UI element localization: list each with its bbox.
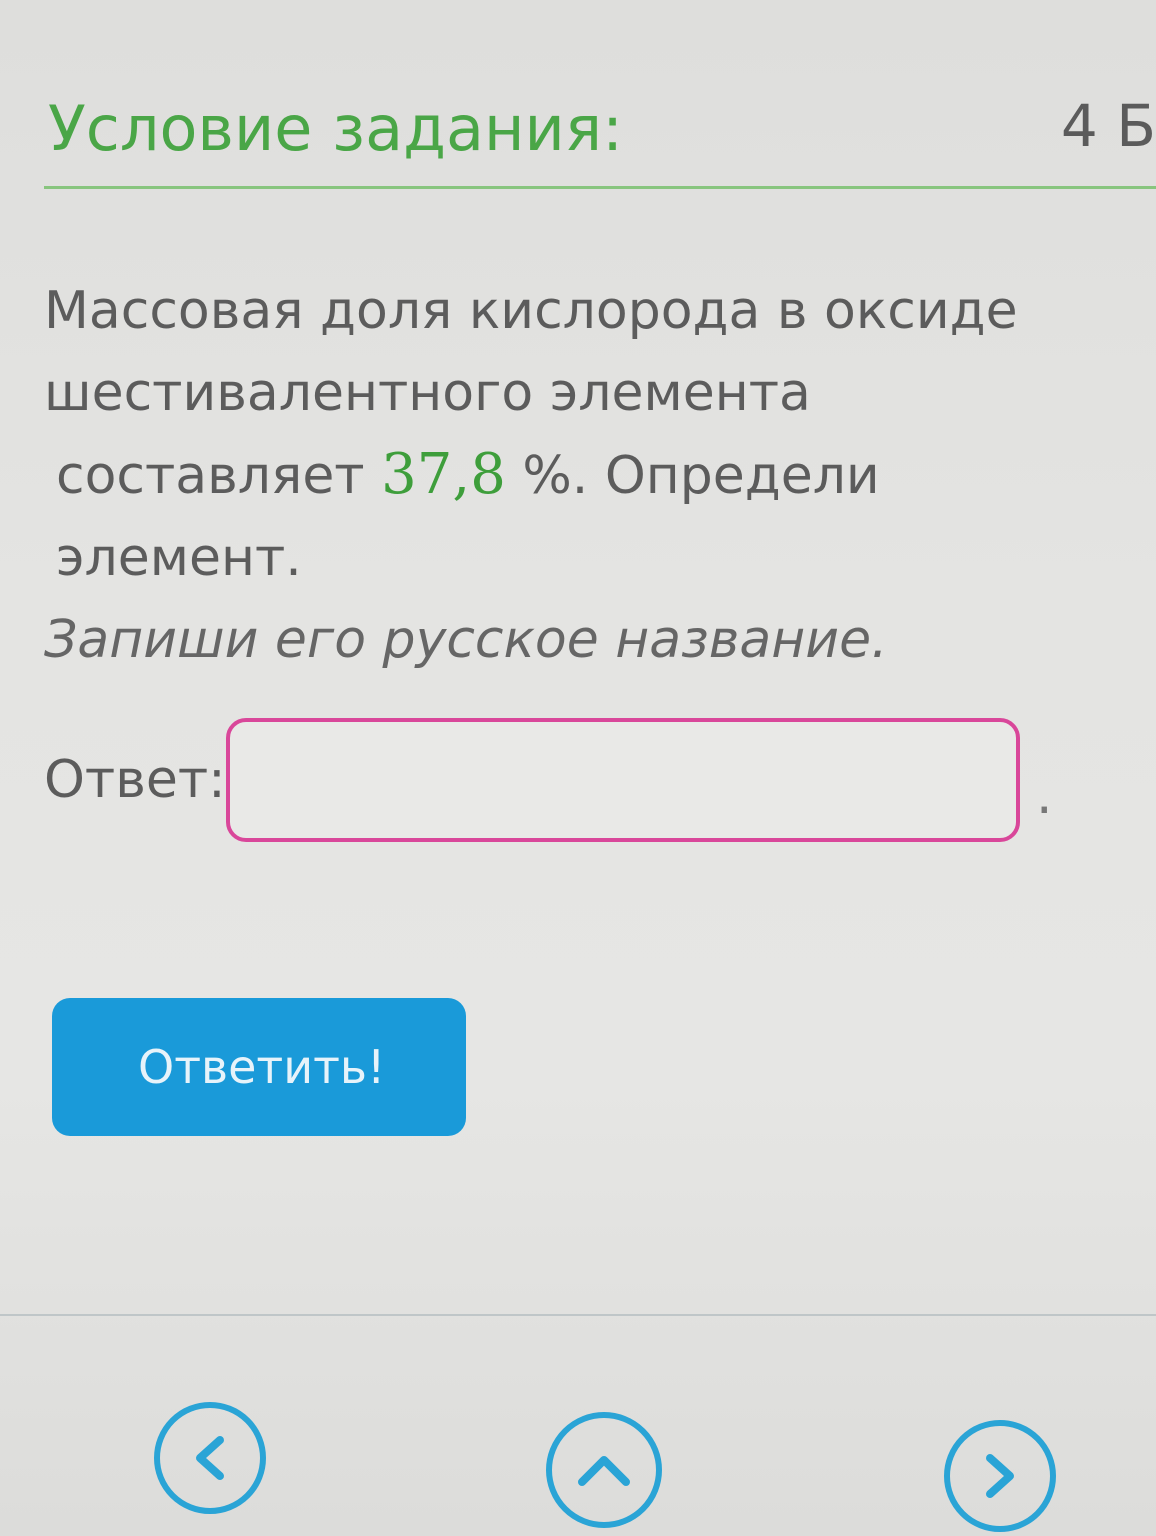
answer-trailing-dot: . [1036, 766, 1053, 826]
oxygen-percent-value: 37,8 [381, 442, 506, 507]
submit-answer-button[interactable]: Ответить! [52, 998, 466, 1136]
previous-task-button[interactable] [154, 1402, 266, 1514]
task-points: 4 Б [1060, 92, 1156, 160]
header-divider [44, 186, 1156, 189]
chevron-left-icon [196, 1436, 224, 1480]
answer-row: Ответ: . [44, 716, 1104, 848]
task-text: Массовая доля кислорода в оксиде шестива… [44, 270, 1124, 681]
screen: Условие задания: 4 Б Массовая доля кисло… [0, 0, 1156, 1536]
task-line-3-prefix: составляет [56, 446, 382, 506]
task-line-2: шестивалентного элемента [44, 363, 811, 423]
next-task-button[interactable] [944, 1420, 1056, 1532]
task-header: Условие задания: 4 Б [48, 92, 1156, 192]
scroll-up-button[interactable] [546, 1412, 662, 1528]
answer-input[interactable] [226, 718, 1020, 842]
task-line-1: Массовая доля кислорода в оксиде [44, 281, 1018, 341]
chevron-right-icon [986, 1454, 1014, 1498]
task-hint: Запиши его русское название. [44, 610, 888, 670]
chevron-up-icon [578, 1456, 630, 1486]
task-condition-title: Условие задания: [48, 92, 623, 165]
bottom-divider [0, 1314, 1156, 1316]
answer-label: Ответ: [44, 750, 226, 810]
task-line-3: составляет 37,8 %. Определи элемент. [44, 434, 1124, 599]
